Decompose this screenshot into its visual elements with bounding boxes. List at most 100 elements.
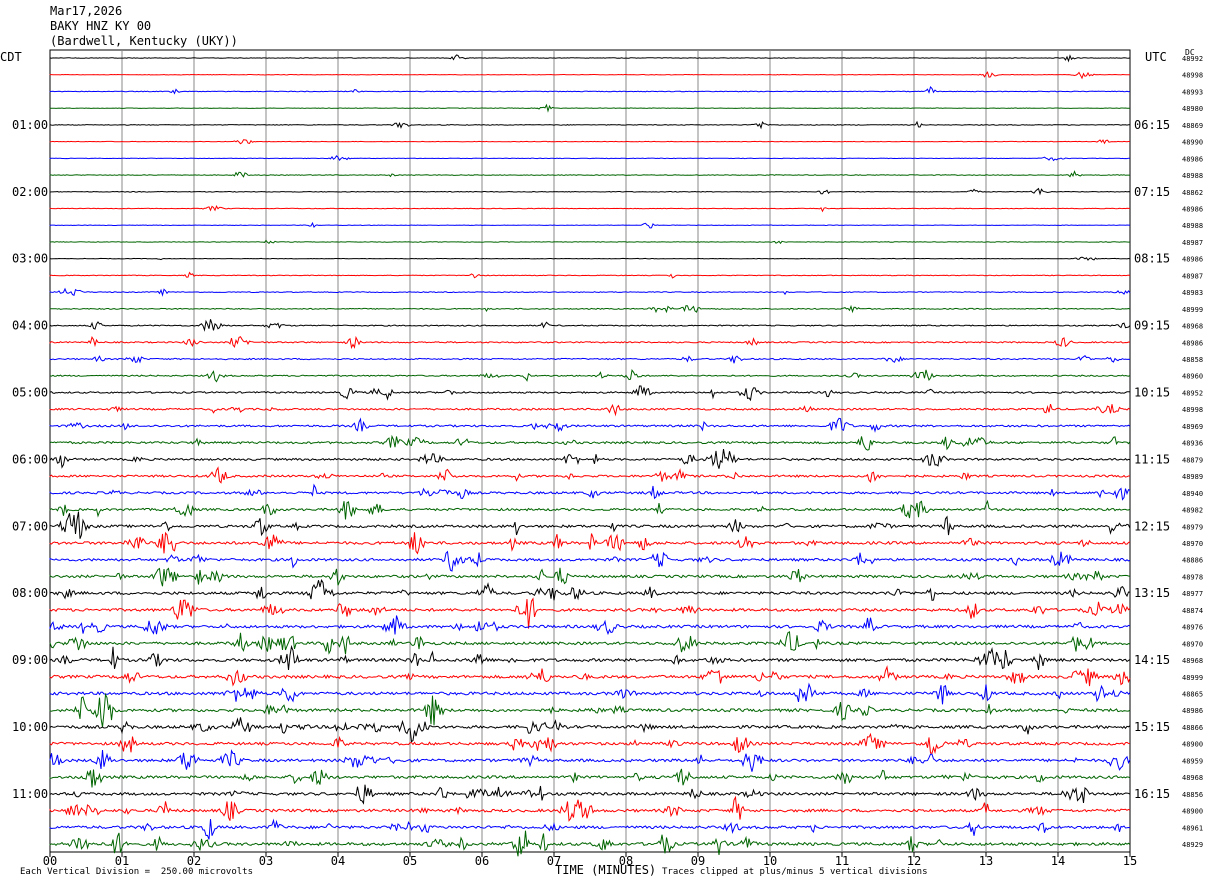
dc-value: 48979 bbox=[1182, 523, 1203, 531]
dc-value: 48986 bbox=[1182, 206, 1203, 214]
seismic-trace bbox=[49, 71, 1130, 80]
dc-value: 48900 bbox=[1182, 741, 1203, 749]
seismic-trace bbox=[49, 499, 1131, 520]
x-axis-label: TIME (MINUTES) bbox=[555, 863, 657, 877]
left-time-label: 02:00 bbox=[12, 185, 48, 199]
dc-value: 48869 bbox=[1182, 122, 1203, 130]
dc-value: 48987 bbox=[1182, 272, 1203, 280]
seismic-trace bbox=[49, 644, 1131, 671]
right-time-label: 08:15 bbox=[1134, 252, 1170, 266]
dc-value: 48983 bbox=[1182, 289, 1203, 297]
dc-value: 48968 bbox=[1182, 323, 1203, 331]
dc-value: 48865 bbox=[1182, 690, 1203, 698]
seismic-trace bbox=[49, 239, 1131, 245]
seismic-trace bbox=[49, 483, 1131, 501]
seismic-trace bbox=[49, 682, 1131, 705]
seismic-trace bbox=[49, 550, 1131, 572]
x-tick-label: 09 bbox=[691, 854, 705, 868]
seismic-trace bbox=[49, 256, 1131, 261]
seismic-trace bbox=[49, 615, 1131, 636]
x-tick-label: 10 bbox=[763, 854, 777, 868]
x-tick-label: 11 bbox=[835, 854, 849, 868]
seismic-trace bbox=[49, 319, 1131, 332]
seismic-trace bbox=[49, 103, 1131, 113]
right-time-label: 06:15 bbox=[1134, 118, 1170, 132]
x-tick-label: 01 bbox=[115, 854, 129, 868]
seismic-trace bbox=[49, 287, 1131, 297]
dc-value: 48998 bbox=[1182, 72, 1203, 80]
plot-frame bbox=[49, 49, 1131, 853]
x-tick-label: 05 bbox=[403, 854, 417, 868]
right-time-label: 13:15 bbox=[1134, 586, 1170, 600]
seismic-trace bbox=[49, 271, 1131, 279]
dc-value: 48998 bbox=[1182, 406, 1203, 414]
dc-value: 48999 bbox=[1182, 674, 1203, 682]
x-tick-label: 02 bbox=[187, 854, 201, 868]
dc-value: 48936 bbox=[1182, 440, 1203, 448]
seismic-trace bbox=[49, 578, 1131, 601]
right-time-label: 14:15 bbox=[1134, 653, 1170, 667]
dc-value: 48988 bbox=[1182, 222, 1203, 230]
dc-value: 48960 bbox=[1182, 373, 1203, 381]
seismic-trace bbox=[49, 304, 1131, 314]
dc-value: 48968 bbox=[1182, 657, 1203, 665]
seismic-trace bbox=[49, 665, 1131, 687]
seismic-trace bbox=[49, 818, 1131, 840]
dc-value: 48989 bbox=[1182, 473, 1203, 481]
seismic-trace bbox=[49, 732, 1131, 755]
seismic-trace bbox=[49, 511, 1131, 539]
seismic-trace bbox=[49, 368, 1131, 383]
x-tick-label: 03 bbox=[259, 854, 273, 868]
seismic-trace bbox=[49, 597, 1131, 629]
dc-value: 48992 bbox=[1182, 55, 1203, 63]
seismic-trace bbox=[49, 531, 1131, 555]
clip-note: Traces clipped at plus/minus 5 vertical … bbox=[662, 867, 928, 877]
dc-value: 48940 bbox=[1182, 490, 1203, 498]
x-tick-label: 12 bbox=[907, 854, 921, 868]
left-time-label: 06:00 bbox=[12, 452, 48, 466]
dc-value: 48862 bbox=[1182, 189, 1203, 197]
left-time-label: 11:00 bbox=[12, 787, 48, 801]
left-time-label: 10:00 bbox=[12, 720, 48, 734]
dc-value: 48970 bbox=[1182, 540, 1203, 548]
left-time-label: 09:00 bbox=[12, 653, 48, 667]
x-tick-label: 04 bbox=[331, 854, 345, 868]
dc-value: 48976 bbox=[1182, 624, 1203, 632]
right-time-label: 09:15 bbox=[1134, 319, 1170, 333]
seismic-trace bbox=[49, 385, 1131, 402]
dc-value: 48879 bbox=[1182, 456, 1203, 464]
seismic-trace bbox=[49, 717, 1131, 743]
scale-note: Each Vertical Division = 250.00 microvol… bbox=[20, 867, 253, 877]
left-time-label: 05:00 bbox=[12, 385, 48, 399]
right-time-label: 10:15 bbox=[1134, 385, 1170, 399]
seismic-trace bbox=[49, 187, 1131, 196]
seismic-trace bbox=[49, 749, 1131, 772]
seismic-trace bbox=[49, 155, 1131, 162]
x-tick-label: 00 bbox=[43, 854, 57, 868]
dc-value: 48986 bbox=[1182, 155, 1203, 163]
dc-value: 48990 bbox=[1182, 139, 1203, 147]
dc-value: 48986 bbox=[1182, 707, 1203, 715]
seismic-trace bbox=[49, 567, 1131, 587]
dc-value: 48999 bbox=[1182, 306, 1203, 314]
left-time-label: 07:00 bbox=[12, 519, 48, 533]
x-tick-label: 06 bbox=[475, 854, 489, 868]
seismic-trace bbox=[49, 449, 1131, 469]
seismic-trace bbox=[49, 417, 1131, 433]
seismic-trace bbox=[49, 466, 1130, 484]
dc-value: 48980 bbox=[1182, 105, 1203, 113]
x-tick-label: 15 bbox=[1123, 854, 1137, 868]
seismic-trace bbox=[49, 221, 1131, 229]
right-time-label: 16:15 bbox=[1134, 787, 1170, 801]
seismic-trace bbox=[49, 355, 1131, 364]
right-time-label: 15:15 bbox=[1134, 720, 1170, 734]
seismogram-plot: 00 01 02 03 04 05 06 07 08 09 10 11 12 13 14 1548992489… bbox=[12, 49, 1203, 868]
dc-value: 48978 bbox=[1182, 573, 1203, 581]
left-time-label: 03:00 bbox=[12, 252, 48, 266]
seismic-trace bbox=[49, 170, 1131, 178]
seismic-trace bbox=[49, 631, 1131, 655]
left-time-label: 08:00 bbox=[12, 586, 48, 600]
dc-value: 48929 bbox=[1182, 841, 1203, 849]
dc-value: 48969 bbox=[1182, 423, 1203, 431]
dc-value: 48952 bbox=[1182, 389, 1203, 397]
